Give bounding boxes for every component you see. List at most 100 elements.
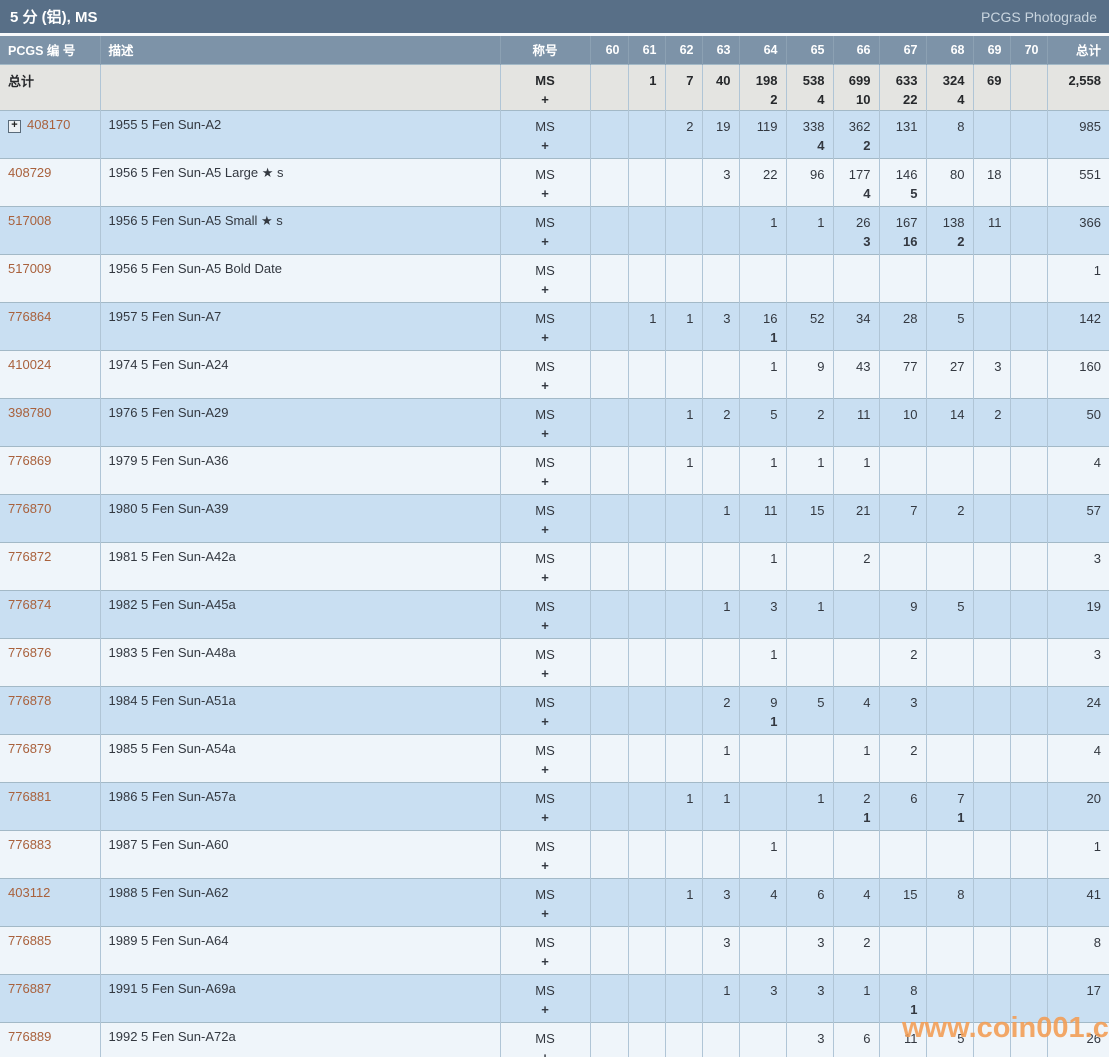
designation-cell: MS+ bbox=[500, 542, 590, 590]
pcgs-number-link[interactable]: 776885 bbox=[8, 933, 51, 948]
pcgs-number-link[interactable]: 517008 bbox=[8, 213, 51, 228]
expand-icon[interactable]: + bbox=[8, 120, 21, 133]
coin-description: 1981 5 Fen Sun-A42a bbox=[100, 542, 500, 590]
grade-count-cell bbox=[926, 734, 973, 782]
pcgs-number-link[interactable]: 776881 bbox=[8, 789, 51, 804]
table-row: 4087291956 5 Fen Sun-A5 Large ★ sMS+3229… bbox=[0, 158, 1109, 206]
grade-count-cell: 15 bbox=[879, 878, 926, 926]
pcgs-number-link[interactable]: 776874 bbox=[8, 597, 51, 612]
table-body: 总计MS+17401982538469910633223244692,558+4… bbox=[0, 64, 1109, 1057]
grade-count-cell bbox=[665, 926, 702, 974]
pcgs-number-cell: 776881 bbox=[0, 782, 100, 830]
pcgs-number-link[interactable]: 408170 bbox=[27, 117, 70, 132]
pcgs-number-cell: 517009 bbox=[0, 254, 100, 302]
grade-count-cell bbox=[665, 350, 702, 398]
grade-count-cell bbox=[973, 686, 1010, 734]
pcgs-number-link[interactable]: 776879 bbox=[8, 741, 51, 756]
grade-count-cell bbox=[665, 206, 702, 254]
pcgs-number-link[interactable]: 776864 bbox=[8, 309, 51, 324]
grade-count-cell: 27 bbox=[926, 350, 973, 398]
coin-description: 1979 5 Fen Sun-A36 bbox=[100, 446, 500, 494]
pcgs-number-link[interactable]: 408729 bbox=[8, 165, 51, 180]
table-row: 7768871991 5 Fen Sun-A69aMS+13318117 bbox=[0, 974, 1109, 1022]
row-total-cell: 17 bbox=[1047, 974, 1109, 1022]
designation-cell: MS+ bbox=[500, 110, 590, 158]
grade-count-cell: 7 bbox=[879, 494, 926, 542]
pcgs-number-link[interactable]: 776872 bbox=[8, 549, 51, 564]
grade-count-cell: 3 bbox=[973, 350, 1010, 398]
grade-count-cell: 5 bbox=[926, 590, 973, 638]
grade-count-cell: 19 bbox=[702, 110, 739, 158]
pcgs-number-link[interactable]: 776876 bbox=[8, 645, 51, 660]
pcgs-number-link[interactable]: 517009 bbox=[8, 261, 51, 276]
row-total-cell: 19 bbox=[1047, 590, 1109, 638]
grade-count-cell bbox=[590, 1022, 628, 1057]
row-total-cell: 160 bbox=[1047, 350, 1109, 398]
grade-count-cell bbox=[739, 926, 786, 974]
grade-count-cell: 9 bbox=[786, 350, 833, 398]
totals-designation-cell: MS+ bbox=[500, 64, 590, 110]
grade-count-cell bbox=[973, 254, 1010, 302]
pcgs-number-link[interactable]: 776889 bbox=[8, 1029, 51, 1044]
pcgs-number-link[interactable]: 776870 bbox=[8, 501, 51, 516]
grade-count-cell bbox=[590, 158, 628, 206]
grade-count-cell: 1 bbox=[739, 350, 786, 398]
grade-count-cell: 2 bbox=[665, 110, 702, 158]
pcgs-number-link[interactable]: 776883 bbox=[8, 837, 51, 852]
grade-count-cell bbox=[1010, 686, 1047, 734]
grade-count-cell: 161 bbox=[739, 302, 786, 350]
grade-count-cell bbox=[926, 638, 973, 686]
grade-count-cell bbox=[1010, 494, 1047, 542]
coin-description: 1956 5 Fen Sun-A5 Large ★ s bbox=[100, 158, 500, 206]
grade-count-cell bbox=[973, 110, 1010, 158]
grade-count-cell: 4 bbox=[833, 686, 879, 734]
grade-count-cell bbox=[973, 782, 1010, 830]
grade-count-cell bbox=[973, 830, 1010, 878]
grade-count-cell bbox=[973, 302, 1010, 350]
grade-count-cell: 1 bbox=[665, 302, 702, 350]
grade-count-cell bbox=[628, 590, 665, 638]
grade-count-cell: 4 bbox=[833, 878, 879, 926]
pcgs-number-link[interactable]: 776869 bbox=[8, 453, 51, 468]
pcgs-number-link[interactable]: 403112 bbox=[8, 885, 50, 900]
table-row: 7768721981 5 Fen Sun-A42aMS+123 bbox=[0, 542, 1109, 590]
row-total-cell: 8 bbox=[1047, 926, 1109, 974]
grade-count-cell bbox=[665, 974, 702, 1022]
pcgs-number-cell: 776864 bbox=[0, 302, 100, 350]
table-row: 7768691979 5 Fen Sun-A36MS+11114 bbox=[0, 446, 1109, 494]
table-row: +4081701955 5 Fen Sun-A2MS+2191193384362… bbox=[0, 110, 1109, 158]
grade-count-cell bbox=[628, 350, 665, 398]
grade-count-cell bbox=[628, 638, 665, 686]
grade-count-cell bbox=[702, 638, 739, 686]
grade-count-cell: 71 bbox=[926, 782, 973, 830]
grade-count-cell bbox=[973, 878, 1010, 926]
grade-count-cell: 1 bbox=[786, 782, 833, 830]
grade-count-cell bbox=[1010, 926, 1047, 974]
col-header-grade-70: 70 bbox=[1010, 36, 1047, 64]
grade-count-cell bbox=[973, 638, 1010, 686]
grade-count-cell: 1 bbox=[702, 974, 739, 1022]
pcgs-number-link[interactable]: 398780 bbox=[8, 405, 51, 420]
grade-count-cell: 21 bbox=[833, 494, 879, 542]
grade-count-cell bbox=[973, 734, 1010, 782]
photograde-link[interactable]: PCGS Photograde bbox=[981, 9, 1097, 25]
grade-count-cell bbox=[1010, 110, 1047, 158]
pcgs-number-link[interactable]: 776887 bbox=[8, 981, 51, 996]
grade-count-cell: 3 bbox=[786, 974, 833, 1022]
page-title: 5 分 (铝), MS bbox=[10, 6, 98, 27]
grade-count-cell bbox=[590, 446, 628, 494]
row-total-cell: 4 bbox=[1047, 446, 1109, 494]
grade-count-cell bbox=[786, 542, 833, 590]
designation-cell: MS+ bbox=[500, 254, 590, 302]
pcgs-number-link[interactable]: 776878 bbox=[8, 693, 51, 708]
grade-count-cell bbox=[1010, 638, 1047, 686]
grade-count-cell bbox=[665, 1022, 702, 1057]
coin-description: 1992 5 Fen Sun-A72a bbox=[100, 1022, 500, 1057]
grade-count-cell bbox=[786, 254, 833, 302]
pcgs-number-cell: 776878 bbox=[0, 686, 100, 734]
grade-count-cell bbox=[833, 830, 879, 878]
col-header-grade-62: 62 bbox=[665, 36, 702, 64]
totals-label: 总计 bbox=[0, 64, 100, 110]
pcgs-number-link[interactable]: 410024 bbox=[8, 357, 51, 372]
grade-count-cell bbox=[628, 110, 665, 158]
